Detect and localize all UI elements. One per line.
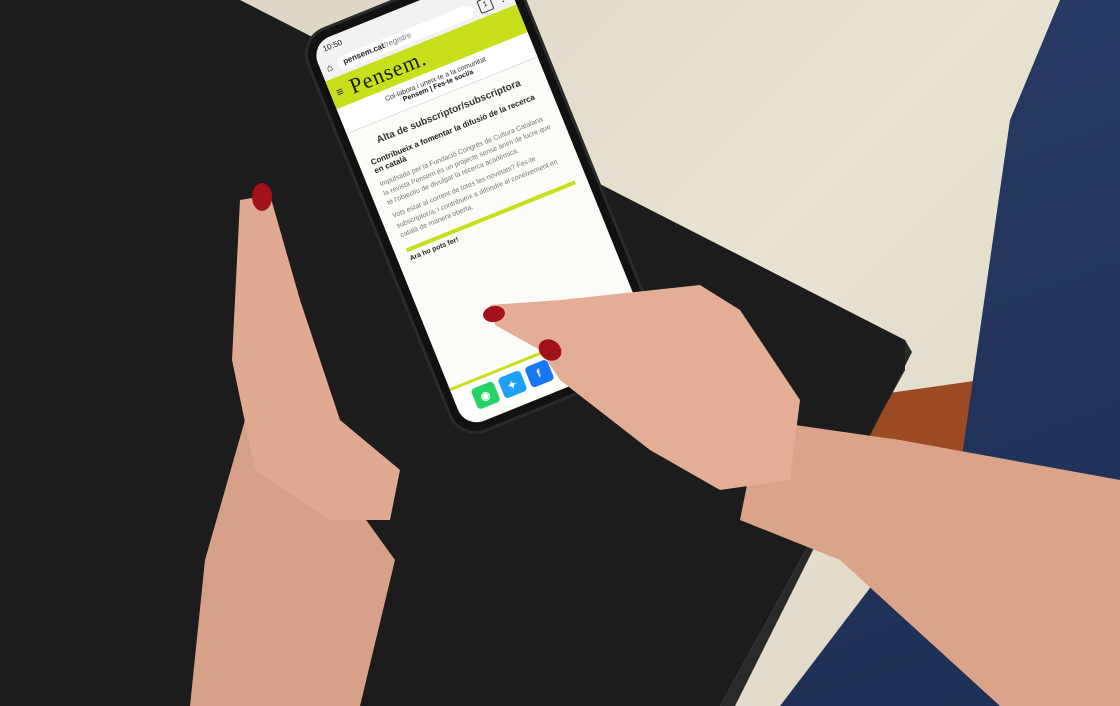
tab-count-icon[interactable]: 1 — [476, 0, 495, 15]
twitter-icon[interactable]: ✦ — [496, 369, 528, 400]
fingernail — [252, 183, 272, 211]
more-menu-icon[interactable]: ⋮ — [495, 0, 508, 5]
whatsapp-icon[interactable]: ◉ — [469, 380, 501, 411]
home-icon[interactable]: ⌂ — [325, 62, 335, 74]
url-path: /registre — [382, 30, 413, 50]
hamburger-menu-icon[interactable]: ≡ — [334, 84, 346, 100]
photo-scene: 10:50 ▾◢ ▪ ⌂ pensem.cat/registre 1 ⋮ ≡ P… — [0, 0, 1120, 706]
